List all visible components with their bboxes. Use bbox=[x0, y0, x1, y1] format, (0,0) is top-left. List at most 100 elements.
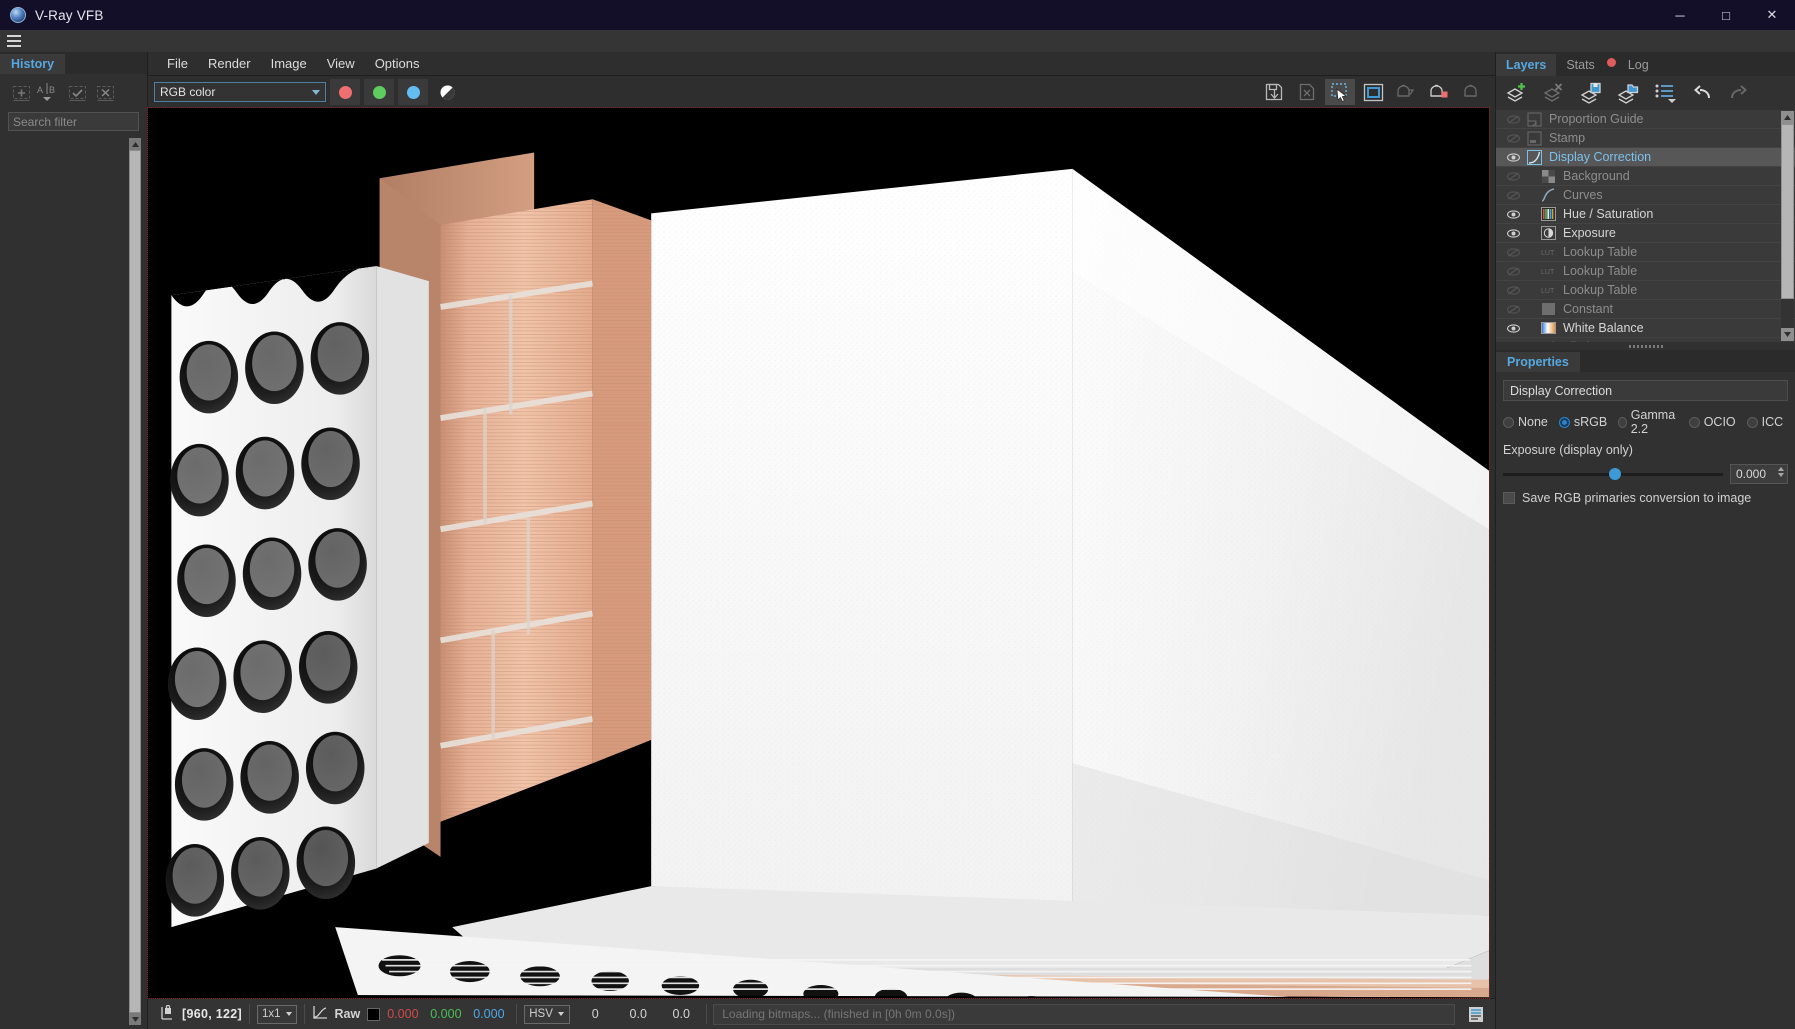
eye-hidden-icon[interactable] bbox=[1502, 247, 1524, 257]
spinner-icon[interactable] bbox=[1778, 467, 1784, 477]
pixel-lock-icon[interactable] bbox=[159, 1004, 175, 1024]
panel-splitter[interactable] bbox=[1496, 342, 1795, 350]
history-list[interactable] bbox=[0, 136, 147, 1029]
menu-view[interactable]: View bbox=[318, 53, 364, 74]
search-input[interactable] bbox=[9, 114, 168, 129]
layers-scrollbar[interactable] bbox=[1781, 111, 1794, 341]
radio-icc[interactable]: ICC bbox=[1746, 415, 1783, 429]
eye-visible-icon[interactable] bbox=[1502, 323, 1524, 333]
layer-row[interactable]: LUT Lookup Table bbox=[1496, 262, 1795, 281]
layers-list[interactable]: Proportion Guide Stamp Display Correction B… bbox=[1496, 110, 1795, 342]
layer-row[interactable]: White Balance bbox=[1496, 319, 1795, 338]
tab-history[interactable]: History bbox=[0, 54, 66, 74]
scroll-down-arrow-icon[interactable] bbox=[129, 1013, 141, 1025]
layer-row[interactable]: Proportion Guide bbox=[1496, 110, 1795, 129]
tab-properties[interactable]: Properties bbox=[1496, 352, 1580, 372]
display-correction-icon bbox=[1524, 149, 1544, 165]
layer-row[interactable]: LUT Lookup Table bbox=[1496, 281, 1795, 300]
radio-dot-icon bbox=[1503, 416, 1514, 428]
history-scroll-thumb[interactable] bbox=[129, 150, 141, 1013]
exposure-slider[interactable] bbox=[1503, 467, 1723, 480]
alpha-channel-toggle[interactable] bbox=[432, 79, 462, 105]
save-image-button[interactable] bbox=[1259, 79, 1289, 105]
layer-row[interactable]: Hue / Saturation bbox=[1496, 205, 1795, 224]
layer-presets-button[interactable] bbox=[1648, 78, 1682, 108]
plus-frame-icon[interactable] bbox=[8, 82, 34, 104]
exposure-slider-knob[interactable] bbox=[1608, 467, 1621, 480]
eye-visible-icon[interactable] bbox=[1502, 228, 1524, 238]
eye-visible-icon[interactable] bbox=[1502, 209, 1524, 219]
eye-hidden-icon[interactable] bbox=[1502, 133, 1524, 143]
fit-image-button[interactable] bbox=[1358, 79, 1388, 105]
layer-row[interactable]: LUT Lookup Table bbox=[1496, 243, 1795, 262]
minimize-button[interactable]: ─ bbox=[1657, 0, 1703, 30]
x-frame-icon[interactable] bbox=[92, 82, 118, 104]
clear-image-button[interactable] bbox=[1292, 79, 1322, 105]
radio-ocio[interactable]: OCIO bbox=[1688, 415, 1736, 429]
hamburger-menu-icon[interactable] bbox=[0, 30, 26, 52]
channel-select[interactable]: RGB color bbox=[154, 82, 326, 102]
hsv-section: HSV 0 0.0 0.0 bbox=[517, 999, 706, 1029]
layer-row[interactable]: Constant bbox=[1496, 300, 1795, 319]
checkbox-icon[interactable] bbox=[1503, 492, 1515, 504]
render-last-button[interactable] bbox=[1391, 79, 1421, 105]
blue-channel-toggle[interactable] bbox=[398, 79, 428, 105]
maximize-button[interactable]: □ bbox=[1703, 0, 1749, 30]
load-layers-button[interactable] bbox=[1611, 78, 1645, 108]
layer-label: Curves bbox=[1563, 188, 1603, 202]
history-search-box[interactable] bbox=[8, 112, 190, 131]
layer-row[interactable]: Stamp bbox=[1496, 129, 1795, 148]
history-scrollbar[interactable] bbox=[129, 138, 141, 1025]
menu-options[interactable]: Options bbox=[366, 53, 429, 74]
menu-render[interactable]: Render bbox=[199, 53, 260, 74]
radio-gamma22[interactable]: Gamma 2.2 bbox=[1618, 408, 1677, 436]
image-viewport[interactable] bbox=[147, 107, 1495, 999]
layer-row[interactable]: Curves bbox=[1496, 186, 1795, 205]
scroll-up-arrow-icon[interactable] bbox=[1781, 111, 1794, 124]
render-settings-button[interactable] bbox=[1457, 79, 1487, 105]
menu-file[interactable]: File bbox=[158, 53, 197, 74]
eye-hidden-icon[interactable] bbox=[1502, 171, 1524, 181]
exposure-value-field[interactable]: 0.000 bbox=[1730, 464, 1788, 484]
radio-none[interactable]: None bbox=[1503, 415, 1548, 429]
layer-row[interactable]: Exposure bbox=[1496, 224, 1795, 243]
check-frame-icon[interactable] bbox=[64, 82, 90, 104]
eye-hidden-icon[interactable] bbox=[1502, 285, 1524, 295]
tab-log[interactable]: Log bbox=[1617, 54, 1659, 76]
save-rgb-primaries-row[interactable]: Save RGB primaries conversion to image bbox=[1503, 491, 1788, 505]
redo-button[interactable] bbox=[1722, 78, 1756, 108]
sample-size-select[interactable]: 1x1 bbox=[256, 1004, 297, 1024]
close-button[interactable]: ✕ bbox=[1749, 0, 1795, 30]
ab-compare-icon[interactable]: A B bbox=[36, 82, 62, 104]
eye-visible-icon[interactable] bbox=[1502, 152, 1524, 162]
color-curve-icon[interactable] bbox=[312, 1005, 328, 1023]
scroll-up-arrow-icon[interactable] bbox=[129, 138, 141, 150]
tab-stats[interactable]: Stats bbox=[1556, 54, 1605, 76]
eye-hidden-icon[interactable] bbox=[1502, 114, 1524, 124]
layers-scroll-thumb[interactable] bbox=[1781, 124, 1794, 299]
eye-hidden-icon[interactable] bbox=[1502, 190, 1524, 200]
layer-row[interactable]: Display Correction bbox=[1496, 148, 1795, 167]
render-image-frame[interactable] bbox=[147, 107, 1490, 999]
menu-image[interactable]: Image bbox=[262, 53, 316, 74]
tab-layers[interactable]: Layers bbox=[1496, 54, 1557, 76]
region-render-button[interactable] bbox=[1325, 79, 1355, 105]
add-layer-button[interactable] bbox=[1500, 78, 1534, 108]
eye-hidden-icon[interactable] bbox=[1502, 304, 1524, 314]
green-channel-toggle[interactable] bbox=[364, 79, 394, 105]
save-layers-button[interactable] bbox=[1574, 78, 1608, 108]
title-bar: V-Ray VFB ─ □ ✕ bbox=[0, 0, 1795, 30]
red-channel-toggle[interactable] bbox=[330, 79, 360, 105]
log-toggle-button[interactable] bbox=[1461, 1006, 1491, 1023]
radio-srgb[interactable]: sRGB bbox=[1558, 415, 1607, 429]
layer-row[interactable]: Background bbox=[1496, 167, 1795, 186]
delete-layer-button[interactable] bbox=[1537, 78, 1571, 108]
layer-name-field[interactable]: Display Correction bbox=[1503, 380, 1788, 401]
color-space-select[interactable]: HSV bbox=[524, 1004, 571, 1024]
eye-hidden-icon[interactable] bbox=[1502, 266, 1524, 276]
green-dot-icon bbox=[372, 85, 386, 99]
render-button[interactable] bbox=[1424, 79, 1454, 105]
scroll-down-arrow-icon[interactable] bbox=[1781, 328, 1794, 341]
undo-button[interactable] bbox=[1685, 78, 1719, 108]
layer-row[interactable]: Filmic tonemap bbox=[1496, 338, 1795, 342]
